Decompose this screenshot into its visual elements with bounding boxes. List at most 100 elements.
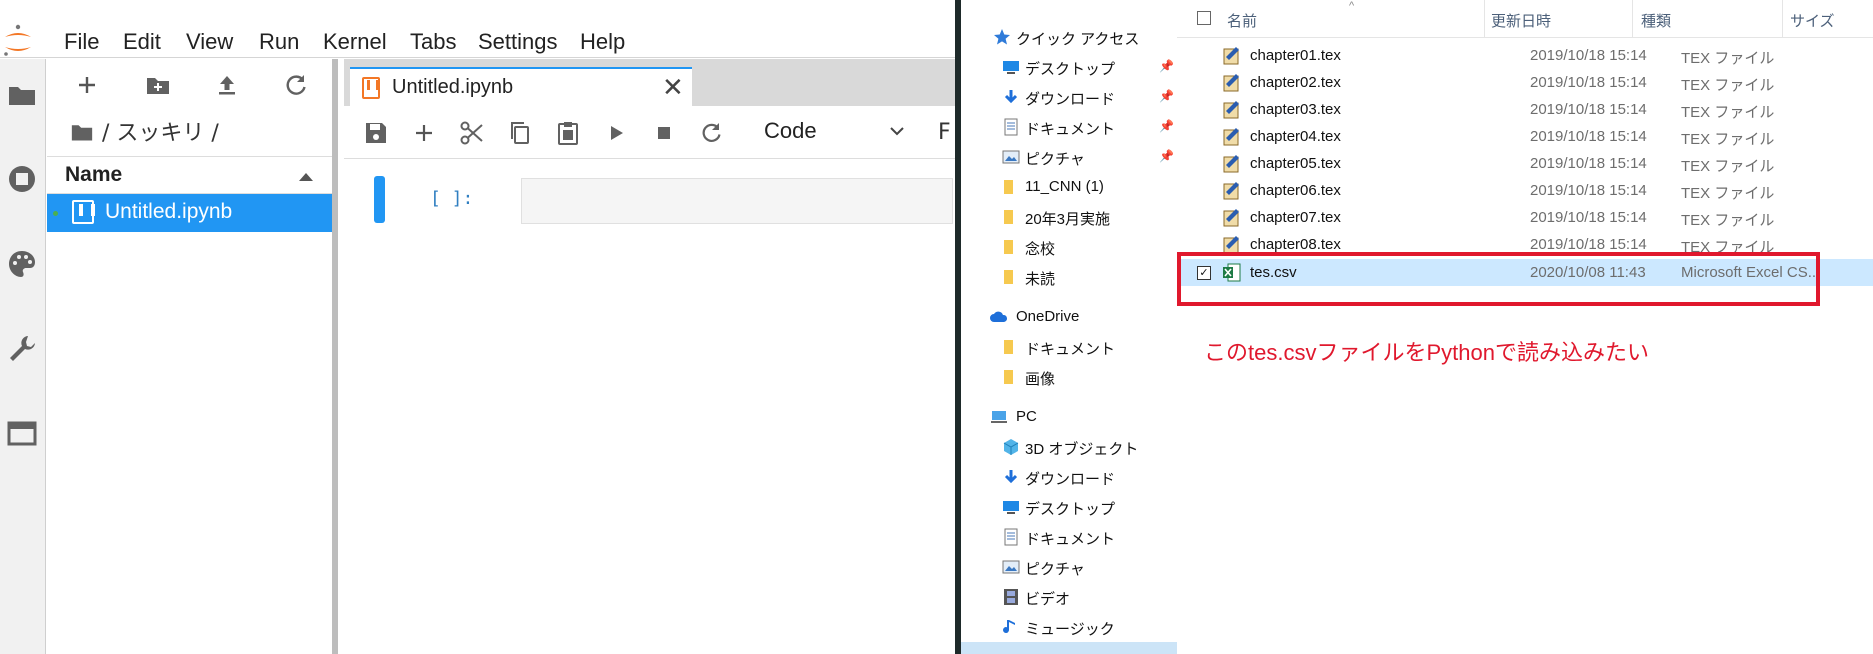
stop-icon[interactable] xyxy=(650,119,678,147)
file-item[interactable]: Untitled.ipynb xyxy=(47,194,332,232)
folder-icon[interactable] xyxy=(6,79,38,111)
file-name: chapter03.tex xyxy=(1250,101,1341,118)
file-row[interactable]: chapter05.tex 2019/10/18 15:14 TEX ファイル xyxy=(1177,150,1873,177)
column-type[interactable]: 種類 xyxy=(1641,10,1671,31)
tex-file-icon xyxy=(1223,128,1239,146)
running-indicator xyxy=(53,211,58,216)
cut-icon[interactable] xyxy=(458,119,486,147)
chevron-down-icon[interactable] xyxy=(886,120,908,142)
tex-file-icon xyxy=(1223,209,1239,227)
nav-item-folder[interactable]: 念校 xyxy=(961,233,1177,261)
refresh-icon[interactable] xyxy=(282,71,310,99)
add-cell-icon[interactable] xyxy=(410,119,438,147)
file-row[interactable]: chapter07.tex 2019/10/18 15:14 TEX ファイル xyxy=(1177,204,1873,231)
column-separator[interactable] xyxy=(1632,0,1633,38)
menu-edit[interactable]: Edit xyxy=(123,29,161,55)
code-cell[interactable]: [ ]: xyxy=(374,176,954,224)
column-separator[interactable] xyxy=(1484,0,1485,38)
nav-item-desktop[interactable]: デスクトップ 📌 xyxy=(961,53,1177,81)
nav-label: ドキュメント xyxy=(1025,121,1116,138)
nav-label: 未読 xyxy=(1025,271,1056,288)
document-icon xyxy=(1004,528,1018,546)
menu-file[interactable]: File xyxy=(64,29,99,55)
file-row[interactable]: chapter03.tex 2019/10/18 15:14 TEX ファイル xyxy=(1177,96,1873,123)
wrench-icon[interactable] xyxy=(6,333,38,365)
file-explorer-window: クイック アクセス デスクトップ 📌 ダウンロード 📌 ドキュメント 📌 ピクチ… xyxy=(961,0,1873,654)
nav-item-downloads[interactable]: ダウンロード 📌 xyxy=(961,83,1177,111)
notebook-toolbar: Code F xyxy=(344,106,955,159)
nav-item-documents[interactable]: ドキュメント 📌 xyxy=(961,113,1177,141)
picture-icon xyxy=(1002,560,1020,574)
save-icon[interactable] xyxy=(362,119,390,147)
activity-sidebar xyxy=(0,59,46,654)
upload-icon[interactable] xyxy=(213,71,241,99)
tab-untitled-notebook[interactable]: Untitled.ipynb ✕ xyxy=(350,67,692,107)
select-all-checkbox[interactable] xyxy=(1197,11,1211,25)
column-name[interactable]: Name xyxy=(65,163,122,187)
desktop-icon xyxy=(1003,61,1019,74)
column-name[interactable]: 名前 xyxy=(1227,10,1257,31)
nav-item-folder[interactable]: 20年3月実施 xyxy=(961,203,1177,231)
nav-item-3d-objects[interactable]: 3D オブジェクト xyxy=(961,433,1177,461)
menu-tabs[interactable]: Tabs xyxy=(410,29,456,55)
menu-run[interactable]: Run xyxy=(259,29,299,55)
menu-help[interactable]: Help xyxy=(580,29,625,55)
paste-icon[interactable] xyxy=(554,119,582,147)
nav-label: 20年3月実施 xyxy=(1025,211,1111,228)
file-date: 2019/10/18 15:14 xyxy=(1530,236,1647,253)
annotation-text: このtes.csvファイルをPythonで読み込みたい xyxy=(1204,340,1649,365)
run-icon[interactable] xyxy=(602,119,630,147)
nav-item-folder[interactable]: 画像 xyxy=(961,363,1177,391)
folder-icon[interactable] xyxy=(71,122,93,142)
breadcrumb-path[interactable]: / スッキリ / xyxy=(102,121,219,146)
file-row[interactable]: chapter01.tex 2019/10/18 15:14 TEX ファイル xyxy=(1177,42,1873,69)
nav-label: ドキュメント xyxy=(1025,531,1116,548)
column-date[interactable]: 更新日時 xyxy=(1491,10,1551,31)
file-list-header[interactable]: Name xyxy=(47,156,332,194)
cell-input[interactable] xyxy=(521,178,953,224)
tex-file-icon xyxy=(1223,101,1239,119)
nav-onedrive[interactable]: OneDrive xyxy=(961,303,1177,331)
close-icon[interactable]: ✕ xyxy=(662,73,684,103)
file-row[interactable]: chapter04.tex 2019/10/18 15:14 TEX ファイル xyxy=(1177,123,1873,150)
nav-pc[interactable]: PC xyxy=(961,403,1177,431)
column-separator[interactable] xyxy=(1782,0,1783,38)
file-browser-panel: / スッキリ / Name Untitled.ipynb xyxy=(47,59,338,654)
tex-file-icon xyxy=(1223,182,1239,200)
pin-icon: 📌 xyxy=(1159,89,1174,103)
nav-label: デスクトップ xyxy=(1025,61,1116,78)
copy-icon[interactable] xyxy=(506,119,534,147)
nav-item-documents[interactable]: ドキュメント xyxy=(961,523,1177,551)
nav-item-desktop[interactable]: デスクトップ xyxy=(961,493,1177,521)
nav-item-folder[interactable]: 未読 xyxy=(961,263,1177,291)
notebook-icon xyxy=(362,77,380,99)
menu-kernel[interactable]: Kernel xyxy=(323,29,387,55)
nav-label: ピクチャ xyxy=(1025,561,1085,578)
nav-selected-item[interactable] xyxy=(961,642,1177,654)
nav-item-videos[interactable]: ビデオ xyxy=(961,583,1177,611)
new-launcher-icon[interactable] xyxy=(73,71,101,99)
nav-quick-access[interactable]: クイック アクセス xyxy=(961,23,1177,51)
column-size[interactable]: サイズ xyxy=(1790,10,1835,31)
nav-item-pictures[interactable]: ピクチャ xyxy=(961,553,1177,581)
file-type: TEX ファイル xyxy=(1681,131,1775,148)
nav-item-folder[interactable]: ドキュメント xyxy=(961,333,1177,361)
file-date: 2019/10/18 15:14 xyxy=(1530,209,1647,226)
nav-label: ダウンロード xyxy=(1025,471,1116,488)
nav-item-pictures[interactable]: ピクチャ 📌 xyxy=(961,143,1177,171)
menu-settings[interactable]: Settings xyxy=(478,29,558,55)
new-folder-icon[interactable] xyxy=(144,71,172,99)
tabs-icon[interactable] xyxy=(6,417,38,449)
menu-view[interactable]: View xyxy=(186,29,233,55)
running-kernels-icon[interactable] xyxy=(6,163,38,195)
pin-icon: 📌 xyxy=(1159,119,1174,133)
cell-type-select[interactable]: Code xyxy=(764,118,817,144)
nav-item-music[interactable]: ミュージック xyxy=(961,613,1177,641)
file-row[interactable]: chapter02.tex 2019/10/18 15:14 TEX ファイル xyxy=(1177,69,1873,96)
palette-icon[interactable] xyxy=(6,248,38,280)
file-name: chapter04.tex xyxy=(1250,128,1341,145)
nav-item-folder[interactable]: 11_CNN (1) xyxy=(961,173,1177,201)
restart-icon[interactable] xyxy=(698,119,726,147)
file-row[interactable]: chapter06.tex 2019/10/18 15:14 TEX ファイル xyxy=(1177,177,1873,204)
nav-item-downloads[interactable]: ダウンロード xyxy=(961,463,1177,491)
